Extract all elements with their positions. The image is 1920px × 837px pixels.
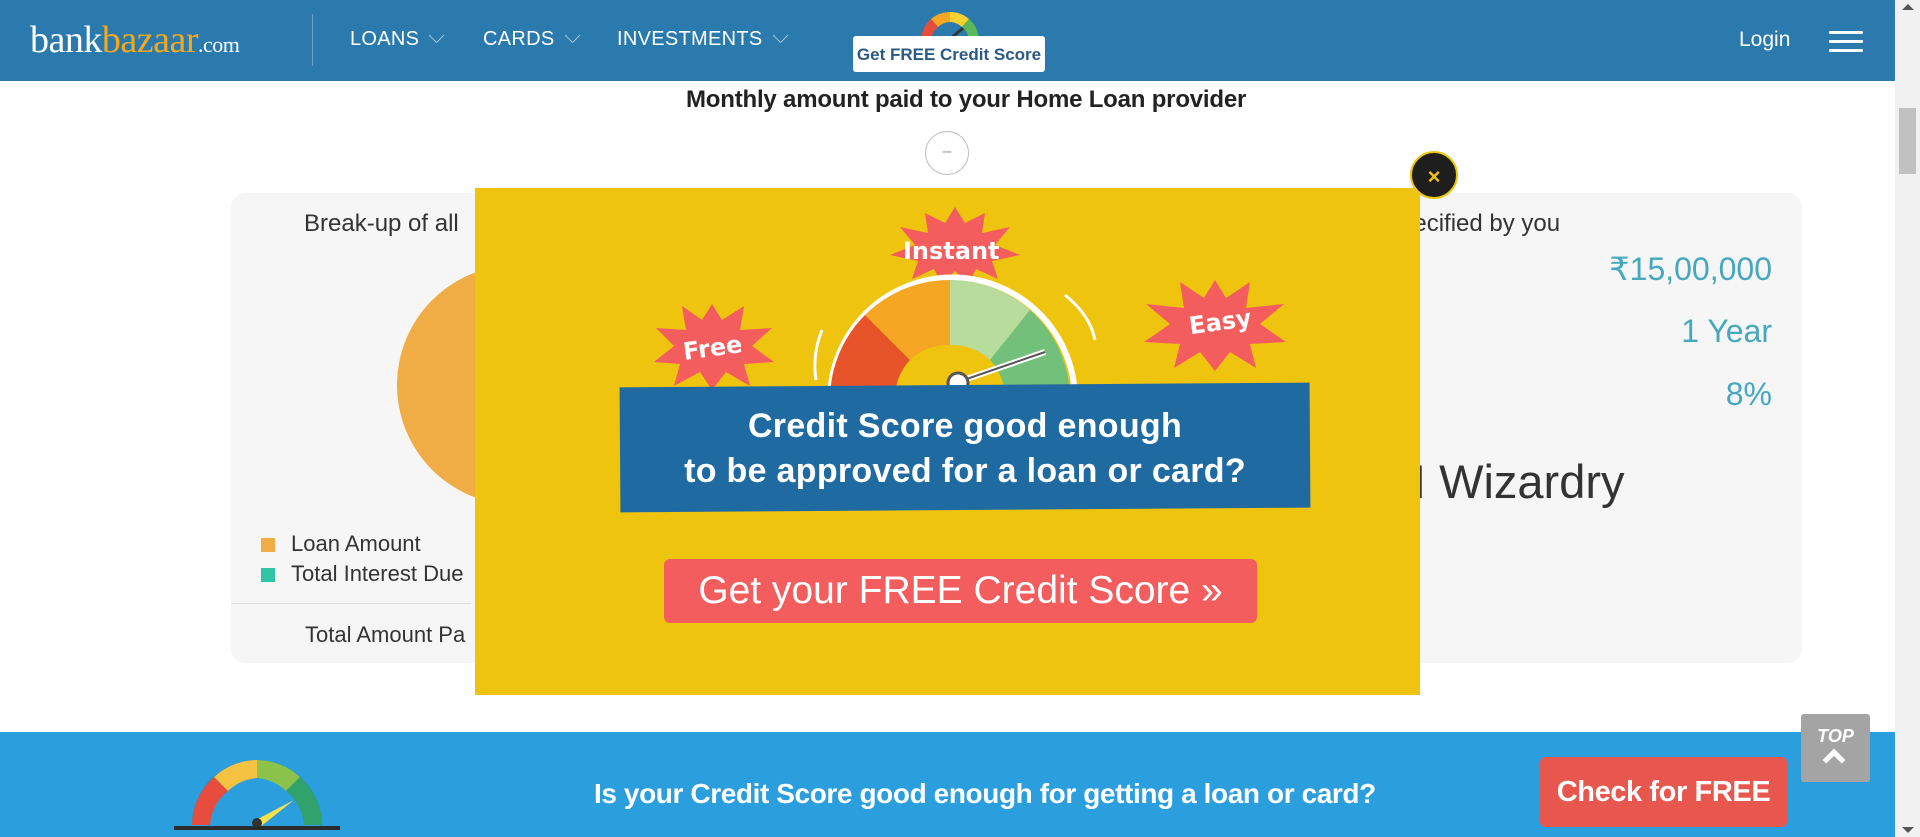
total-amount-label: Total Amount Pa [305,622,466,647]
tenure-value: 1 Year [1681,313,1772,349]
chevron-down-icon [772,27,788,44]
specified-heading: pecified by you [1400,210,1561,237]
breakup-heading: Break-up of all [304,210,459,237]
credit-gauge-icon [174,760,340,830]
legend-swatch [261,538,275,552]
credit-meter-icon [813,274,1097,400]
scroll-up-arrow-icon[interactable] [1902,4,1914,10]
legend-swatch [261,568,275,582]
page-scrollbar[interactable] [1895,0,1920,837]
legend-loan-amount: Loan Amount [261,531,421,557]
collapse-button[interactable]: – [925,131,969,175]
nav-loans-label: LOANS [350,28,420,50]
site-header: bankbazaar.com LOANS CARDS INVESTMENTS G… [0,0,1895,81]
close-icon[interactable]: × [1410,151,1458,199]
login-link[interactable]: Login [1739,28,1790,52]
loan-amount-value: ₹15,00,000 [1609,251,1772,287]
nav-cards[interactable]: CARDS [483,27,580,51]
chevron-down-icon [564,27,580,44]
card-divider [231,603,471,604]
emi-wizardry-heading: I Wizardry [1413,455,1625,508]
nav-loans[interactable]: LOANS [350,27,445,51]
modal-headline: Credit Score good enough to be approved … [620,404,1310,494]
chevron-down-icon [429,27,445,44]
bankbazaar-logo[interactable]: bankbazaar.com [30,18,240,62]
monthly-amount-label: Monthly amount paid to your Home Loan pr… [686,86,1247,113]
top-label: TOP [1817,726,1854,746]
scroll-to-top-button[interactable]: TOP [1801,714,1870,782]
promo-question: Is your Credit Score good enough for get… [594,778,1376,809]
nav-investments[interactable]: INVESTMENTS [617,27,788,51]
arrow-up-icon [1822,748,1846,772]
get-free-credit-score-button[interactable]: Get FREE Credit Score [853,36,1045,72]
legend-total-interest: Total Interest Due [261,561,463,587]
check-for-free-button[interactable]: Check for FREE [1540,757,1787,827]
nav-cards-label: CARDS [483,28,555,50]
interest-rate-value: 8% [1725,376,1772,412]
header-divider [312,14,313,66]
menu-icon[interactable] [1829,31,1863,55]
scroll-thumb[interactable] [1899,108,1916,174]
get-free-credit-score-cta[interactable]: Get your FREE Credit Score » [664,559,1257,623]
scroll-down-arrow-icon[interactable] [1902,827,1914,833]
burst-instant-label: Instant [903,237,1000,265]
modal-headline-line2: to be approved for a loan or card? [684,452,1246,490]
modal-headline-line1: Credit Score good enough [747,407,1183,445]
nav-investments-label: INVESTMENTS [617,28,763,50]
